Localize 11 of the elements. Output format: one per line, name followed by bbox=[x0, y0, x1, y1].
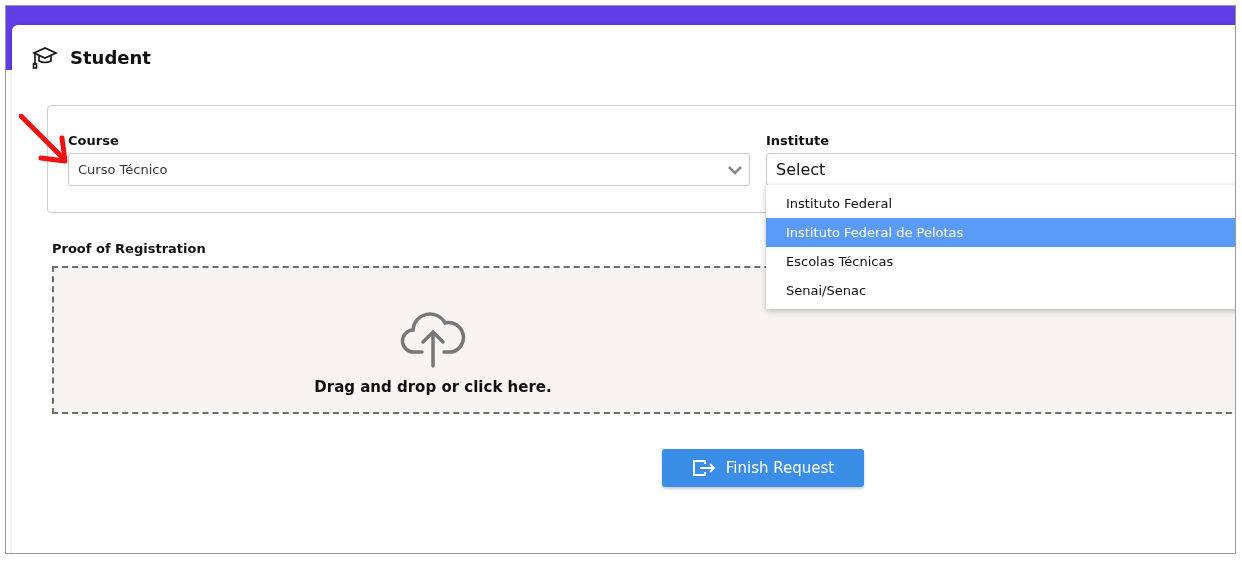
exit-icon bbox=[691, 459, 716, 477]
field-label: Institute bbox=[766, 133, 830, 148]
graduation-cap-icon bbox=[32, 45, 58, 69]
field-label: Proof of Registration bbox=[52, 241, 207, 256]
course-select[interactable]: Curso Técnico bbox=[68, 153, 750, 186]
annotation-arrow-drawing bbox=[19, 114, 69, 164]
institute-select[interactable]: Select bbox=[766, 153, 1235, 186]
upload-hint: Drag and drop or click here. bbox=[314, 378, 552, 396]
field-label: Course bbox=[68, 133, 120, 148]
page-title: Student bbox=[70, 46, 151, 68]
chevron-down-icon bbox=[727, 164, 743, 175]
